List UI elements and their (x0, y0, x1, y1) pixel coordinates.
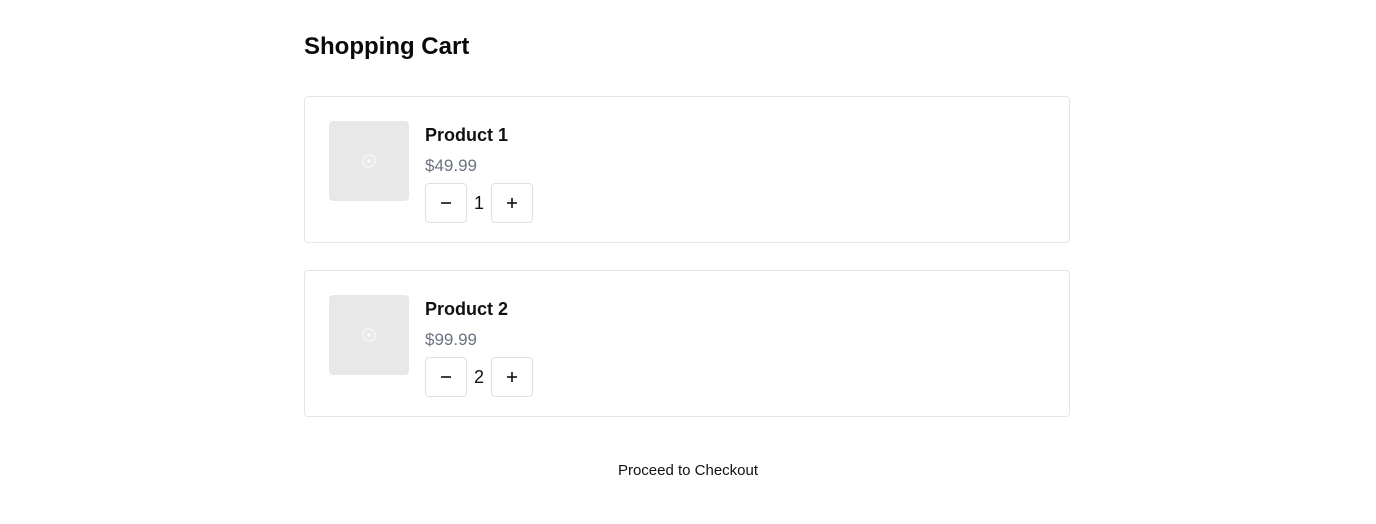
product-name: Product 1 (425, 125, 509, 145)
plus-icon (507, 198, 517, 208)
product-price: $49.99 (425, 156, 477, 175)
plus-icon (507, 372, 517, 382)
page-title: Shopping Cart (304, 33, 470, 60)
product-thumbnail (329, 295, 409, 375)
product-info: Product 2 $99.99 2 (425, 297, 533, 397)
increase-quantity-button[interactable] (491, 357, 533, 397)
decrease-quantity-button[interactable] (425, 183, 467, 223)
checkout-area: Proceed to Checkout (0, 462, 1376, 480)
quantity-value: 2 (473, 367, 484, 387)
increase-quantity-button[interactable] (491, 183, 533, 223)
product-name: Product 2 (425, 299, 509, 319)
proceed-to-checkout-button[interactable]: Proceed to Checkout (618, 462, 758, 479)
quantity-stepper: 1 (425, 183, 533, 223)
product-info: Product 1 $49.99 1 (425, 123, 533, 223)
minus-icon (441, 376, 451, 378)
cart-item: Product 2 $99.99 2 (304, 270, 1070, 417)
shopping-cart-page: Shopping Cart Product 1 $49.99 1 Product… (0, 0, 1376, 524)
image-placeholder-icon (362, 154, 376, 168)
quantity-value: 1 (473, 193, 484, 213)
minus-icon (441, 202, 451, 204)
product-thumbnail (329, 121, 409, 201)
quantity-stepper: 2 (425, 357, 533, 397)
image-placeholder-icon (362, 328, 376, 342)
decrease-quantity-button[interactable] (425, 357, 467, 397)
product-price: $99.99 (425, 330, 477, 349)
cart-item: Product 1 $49.99 1 (304, 96, 1070, 243)
